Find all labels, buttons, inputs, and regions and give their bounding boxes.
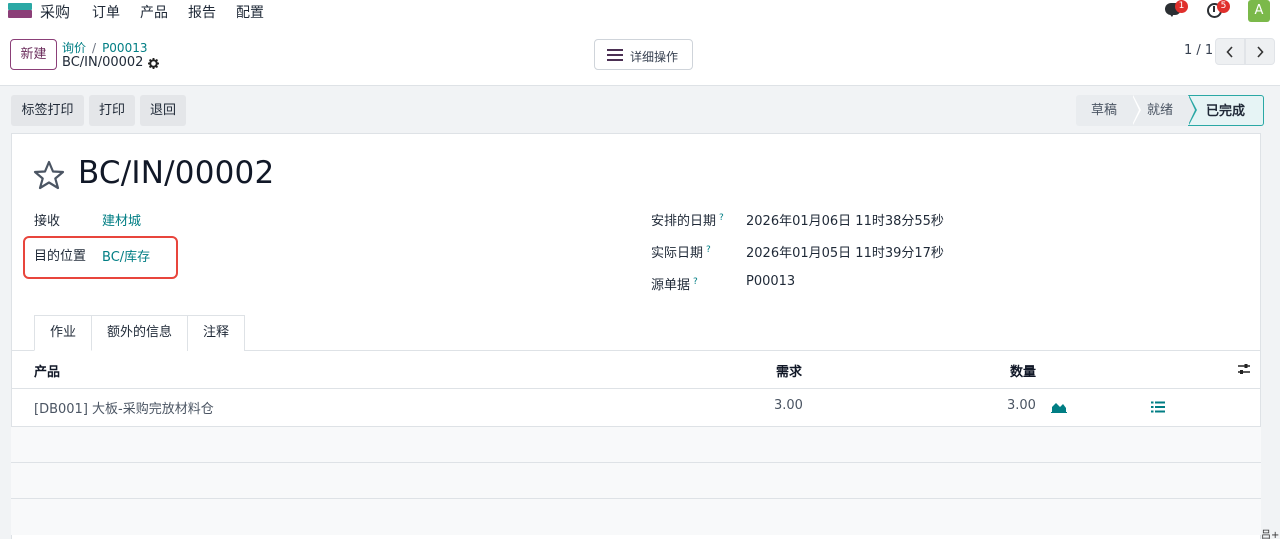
help-icon[interactable]: ? [693, 277, 698, 287]
scheduled-date-label: 安排的日期 [651, 214, 717, 229]
breadcrumb-rfq[interactable]: 询价 [62, 41, 86, 55]
column-header-demand[interactable]: 需求 [776, 361, 802, 380]
field-value-effective-date[interactable]: 2026年01月05日 11时39分17秒 [746, 242, 944, 261]
chevron-right-icon [1257, 46, 1264, 58]
help-icon[interactable]: ? [706, 245, 711, 255]
app-name[interactable]: 采购 [40, 1, 70, 22]
field-label-scheduled-date: 安排的日期? [651, 210, 724, 229]
tab-additional-info[interactable]: 额外的信息 [91, 315, 189, 351]
actions-menu-label: 详细操作 [630, 50, 679, 64]
field-value-scheduled-date[interactable]: 2026年01月06日 11时38分55秒 [746, 210, 944, 229]
corner-glyph: 吕+ [1261, 530, 1280, 539]
column-header-quantity[interactable]: 数量 [1010, 361, 1036, 380]
top-navbar: 采购 订单 产品 报告 配置 1 5 A [0, 0, 1280, 22]
print-button[interactable]: 打印 [89, 95, 135, 126]
new-button[interactable]: 新建 [10, 39, 57, 70]
stage-divider [1132, 95, 1139, 125]
stage-done[interactable]: 已完成 [1188, 95, 1264, 126]
menu-item-configuration[interactable]: 配置 [236, 2, 264, 22]
notebook-tabs: 作业 额外的信息 注释 [34, 315, 246, 351]
chevron-left-icon [1226, 46, 1233, 58]
pager-value[interactable]: 1 / 1 [1184, 43, 1213, 58]
field-value-source-document[interactable]: P00013 [746, 274, 795, 289]
table-empty-row [11, 427, 1261, 463]
top-menu: 订单 产品 报告 配置 [92, 2, 264, 22]
table-empty-row [11, 499, 1261, 535]
breadcrumb: 询价 / P00013 [62, 39, 147, 56]
cell-product[interactable]: [DB001] 大板-采购完放材料仓 [34, 398, 214, 417]
hamburger-icon [607, 49, 623, 61]
user-avatar[interactable]: A [1248, 0, 1270, 22]
field-value-receive-from[interactable]: 建材城 [102, 210, 141, 229]
menu-item-reports[interactable]: 报告 [188, 2, 216, 22]
field-label-source-document: 源单据? [651, 274, 698, 293]
status-bar: 草稿 就绪 已完成 [1076, 95, 1264, 126]
table-divider [11, 388, 1261, 389]
current-record-name: BC/IN/00002 [62, 55, 144, 70]
return-button[interactable]: 退回 [140, 95, 186, 126]
gear-icon[interactable] [148, 58, 159, 69]
field-value-destination[interactable]: BC/库存 [102, 246, 150, 265]
record-title: BC/IN/00002 [78, 155, 275, 191]
source-document-label: 源单据 [651, 278, 691, 293]
print-labels-button[interactable]: 标签打印 [11, 95, 84, 126]
actions-menu-button[interactable]: 详细操作 [594, 39, 693, 70]
breadcrumb-separator: / [92, 41, 97, 55]
tab-note[interactable]: 注释 [187, 315, 246, 351]
stage-ready-label: 就绪 [1146, 103, 1173, 118]
stage-draft-label: 草稿 [1090, 103, 1117, 118]
stage-draft[interactable]: 草稿 [1076, 95, 1141, 126]
column-header-product[interactable]: 产品 [34, 361, 60, 380]
stage-done-label: 已完成 [1205, 104, 1245, 119]
effective-date-label: 实际日期 [651, 246, 704, 261]
pager-next-button[interactable] [1245, 38, 1275, 65]
app-logo-icon[interactable] [8, 3, 32, 18]
activity-clock-icon[interactable]: 5 [1206, 0, 1230, 18]
breadcrumb-po[interactable]: P00013 [102, 41, 147, 55]
tab-operations[interactable]: 作业 [34, 315, 93, 351]
activities-badge: 5 [1217, 0, 1230, 13]
forecast-chart-icon[interactable] [1051, 401, 1067, 413]
messages-badge: 1 [1175, 0, 1188, 13]
menu-item-orders[interactable]: 订单 [92, 2, 120, 22]
field-label-receive-from: 接收 [34, 214, 61, 229]
detailed-operations-list-icon[interactable] [1151, 401, 1165, 413]
stage-divider [1188, 95, 1195, 125]
control-panel: 新建 询价 / P00013 BC/IN/00002 详细操作 1 / 1 [0, 22, 1280, 86]
column-options-icon[interactable] [1237, 362, 1251, 376]
table-empty-row [11, 463, 1261, 499]
chat-icon[interactable]: 1 [1165, 0, 1188, 18]
pager-previous-button[interactable] [1215, 38, 1245, 65]
field-label-destination: 目的位置 [34, 249, 87, 264]
cell-demand[interactable]: 3.00 [774, 398, 803, 413]
field-label-effective-date: 实际日期? [651, 242, 711, 261]
star-icon[interactable] [33, 160, 65, 190]
help-icon[interactable]: ? [719, 213, 724, 223]
menu-item-products[interactable]: 产品 [140, 2, 168, 22]
cell-quantity[interactable]: 3.00 [1007, 398, 1036, 413]
